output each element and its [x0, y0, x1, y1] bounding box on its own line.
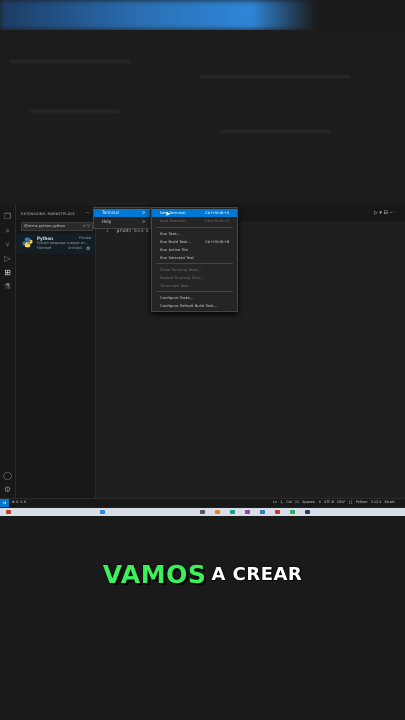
menu-item-split-terminal[interactable]: Split Terminal Ctrl+Shift+5	[152, 217, 237, 225]
menu-item-label: Run Selected Text	[160, 255, 194, 260]
status-right-items[interactable]: Ln 1, Col 21 Spaces: 4 UTF-8 CRLF {} Pyt…	[273, 500, 395, 504]
explorer-icon[interactable]: ❐	[3, 212, 12, 221]
blurred-window-titlebar	[0, 0, 405, 30]
extension-search-input[interactable]: @id:ms-python.python ≡ ⚲	[21, 222, 93, 231]
python-logo-icon	[22, 237, 33, 248]
blurred-background-area	[0, 30, 405, 205]
menu-item-terminal[interactable]: Terminal >	[94, 209, 150, 217]
taskbar-app-icon[interactable]	[100, 510, 105, 514]
run-python-file-icon[interactable]: ▷ ▾ ⊟ ⋯	[374, 210, 394, 216]
menu-item-label: Run Build Task...	[160, 239, 192, 244]
taskbar-app-icon[interactable]	[230, 510, 235, 514]
menu-separator	[156, 291, 233, 292]
more-actions-icon[interactable]: ⋯	[85, 210, 90, 216]
chevron-right-icon: >	[142, 210, 146, 215]
source-control-icon[interactable]: ⑂	[3, 240, 12, 249]
menu-item-run-build-task[interactable]: Run Build Task... Ctrl+Shift+B	[152, 238, 237, 246]
caption-highlight-word: VAMOS	[102, 560, 207, 589]
menu-item-shortcut: Ctrl+Shift+B	[205, 239, 230, 244]
extension-settings-icon[interactable]: ⚙	[86, 246, 90, 252]
sidebar-title: EXTENSIONS: MARKETPLACE	[21, 212, 75, 216]
menu-item-shortcut: Ctrl+Shift+5	[205, 218, 230, 223]
taskbar-app-icon[interactable]	[260, 510, 265, 514]
menu-item-terminate-task[interactable]: Terminate Task...	[152, 282, 237, 290]
extensions-icon[interactable]: ⊞	[3, 268, 12, 277]
search-icon[interactable]: ⌕	[3, 226, 12, 235]
menu-item-label: Configure Default Build Task...	[160, 303, 218, 308]
menu-item-shortcut: Ctrl+Shift+ñ	[205, 210, 230, 215]
os-taskbar	[0, 508, 405, 516]
menu-item-label: Terminate Task...	[160, 283, 192, 288]
extension-badge: Preview	[79, 236, 92, 240]
menu-item-configure-tasks[interactable]: Configure Tasks...	[152, 294, 237, 302]
menu-item-label: Split Terminal	[160, 218, 186, 223]
menu-item-label: Configure Tasks...	[160, 295, 194, 300]
menu-item-run-active-file[interactable]: Run Active File	[152, 246, 237, 254]
blurred-line	[200, 75, 350, 78]
caption-text: A CREAR	[211, 564, 303, 585]
remote-icon[interactable]: ⋊	[0, 499, 9, 507]
menu-item-run-selected-text[interactable]: Run Selected Text	[152, 254, 237, 262]
menu-item-label: Show Running Tasks...	[160, 267, 203, 272]
menu-item-show-running-tasks[interactable]: Show Running Tasks...	[152, 266, 237, 274]
menu-item-label: New Terminal	[160, 210, 186, 215]
taskbar-app-icon[interactable]	[275, 510, 280, 514]
menu-item-label: Terminal	[102, 210, 119, 215]
terminal-menu: New Terminal Ctrl+Shift+ñ Split Terminal…	[151, 207, 238, 312]
extension-list-item[interactable]: Python Preview Python language support w…	[16, 234, 95, 254]
uninstall-button[interactable]: Uninstall	[68, 246, 82, 250]
menu-separator	[156, 227, 233, 228]
blurred-line	[10, 60, 130, 63]
menu-item-label: Restart Running Task...	[160, 275, 204, 280]
settings-icon[interactable]: ⚙	[3, 485, 12, 494]
menu-item-restart-running-task[interactable]: Restart Running Task...	[152, 274, 237, 282]
blurred-line	[220, 130, 330, 133]
run-debug-icon[interactable]: ▷	[3, 254, 12, 263]
taskbar-app-icon[interactable]	[200, 510, 205, 514]
menu-item-run-task[interactable]: Run Task...	[152, 230, 237, 238]
status-bar: ⋊ ⊗ 0 ⚠ 0 Ln 1, Col 21 Spaces: 4 UTF-8 C…	[0, 498, 405, 507]
account-icon[interactable]: ◯	[3, 471, 12, 480]
problems-indicator[interactable]: ⊗ 0 ⚠ 0	[12, 500, 26, 504]
extension-description: Python language support wi...	[37, 241, 88, 245]
menu-item-label: Help	[102, 219, 112, 224]
menubar-overflow-menu: Terminal > Help >	[93, 207, 151, 229]
menu-item-configure-default-build-task[interactable]: Configure Default Build Task...	[152, 302, 237, 310]
taskbar-app-icon[interactable]	[305, 510, 310, 514]
filter-icon[interactable]: ≡ ⚲	[82, 223, 90, 228]
blurred-line	[30, 110, 120, 113]
taskbar-app-icon[interactable]	[215, 510, 220, 514]
taskbar-app-icon[interactable]	[245, 510, 250, 514]
taskbar-app-icon[interactable]	[6, 510, 11, 514]
extension-publisher: Microsoft	[37, 246, 52, 250]
chevron-right-icon: >	[142, 219, 146, 224]
taskbar-app-icon[interactable]	[290, 510, 295, 514]
testing-icon[interactable]: ⚗	[3, 282, 12, 291]
menu-separator	[156, 263, 233, 264]
editor-area: ▷ ▾ ⊟ ⋯ 1 print('hola m	[96, 205, 405, 498]
menu-item-label: Run Task...	[160, 231, 181, 236]
menu-item-label: Run Active File	[160, 247, 188, 252]
activity-bar: ❐ ⌕ ⑂ ▷ ⊞ ⚗ ◯ ⚙	[0, 205, 16, 498]
mouse-cursor-icon: ➤	[165, 210, 171, 218]
extensions-sidebar: EXTENSIONS: MARKETPLACE ⋯ @id:ms-python.…	[16, 205, 96, 498]
menu-item-help[interactable]: Help >	[94, 218, 150, 226]
search-value: @id:ms-python.python	[24, 224, 66, 228]
video-caption: VAMOS A CREAR	[0, 560, 405, 604]
